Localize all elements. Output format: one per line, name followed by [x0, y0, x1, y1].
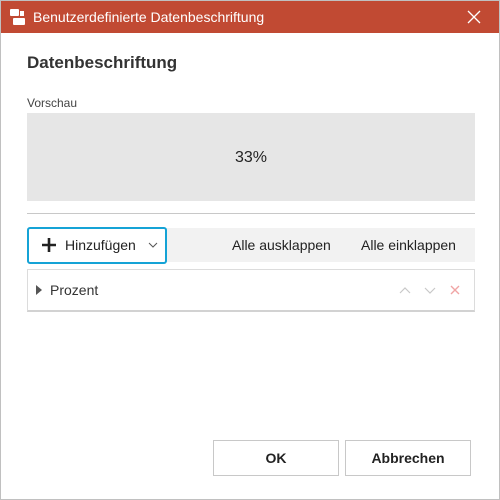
preview-label: Vorschau: [27, 96, 78, 110]
title-bar: Benutzerdefinierte Datenbeschriftung: [1, 1, 499, 33]
window-title: Benutzerdefinierte Datenbeschriftung: [33, 9, 265, 25]
cancel-button[interactable]: Abbrechen: [345, 440, 471, 476]
list-item[interactable]: Prozent: [27, 269, 475, 312]
ok-button[interactable]: OK: [213, 440, 339, 476]
dialog-heading: Datenbeschriftung: [27, 53, 178, 72]
collapse-all-button[interactable]: Alle einklappen: [361, 237, 456, 253]
list-item-label: Prozent: [50, 282, 99, 298]
close-icon[interactable]: [465, 8, 483, 26]
expand-arrow-icon[interactable]: [36, 285, 42, 295]
divider: [27, 213, 475, 214]
preview-value: 33%: [234, 149, 268, 166]
add-button-label: Hinzufügen: [65, 237, 136, 253]
delete-icon[interactable]: [448, 283, 462, 297]
chevron-down-icon: [148, 242, 158, 248]
preview-box: 33%: [27, 113, 475, 201]
plus-icon: [42, 238, 56, 252]
app-icon: [10, 9, 25, 25]
expand-all-button[interactable]: Alle ausklappen: [232, 237, 331, 253]
add-button[interactable]: Hinzufügen: [27, 227, 167, 264]
move-up-icon[interactable]: [398, 283, 412, 297]
move-down-icon[interactable]: [423, 283, 437, 297]
dialog-window: Benutzerdefinierte Datenbeschriftung Dat…: [0, 0, 500, 500]
